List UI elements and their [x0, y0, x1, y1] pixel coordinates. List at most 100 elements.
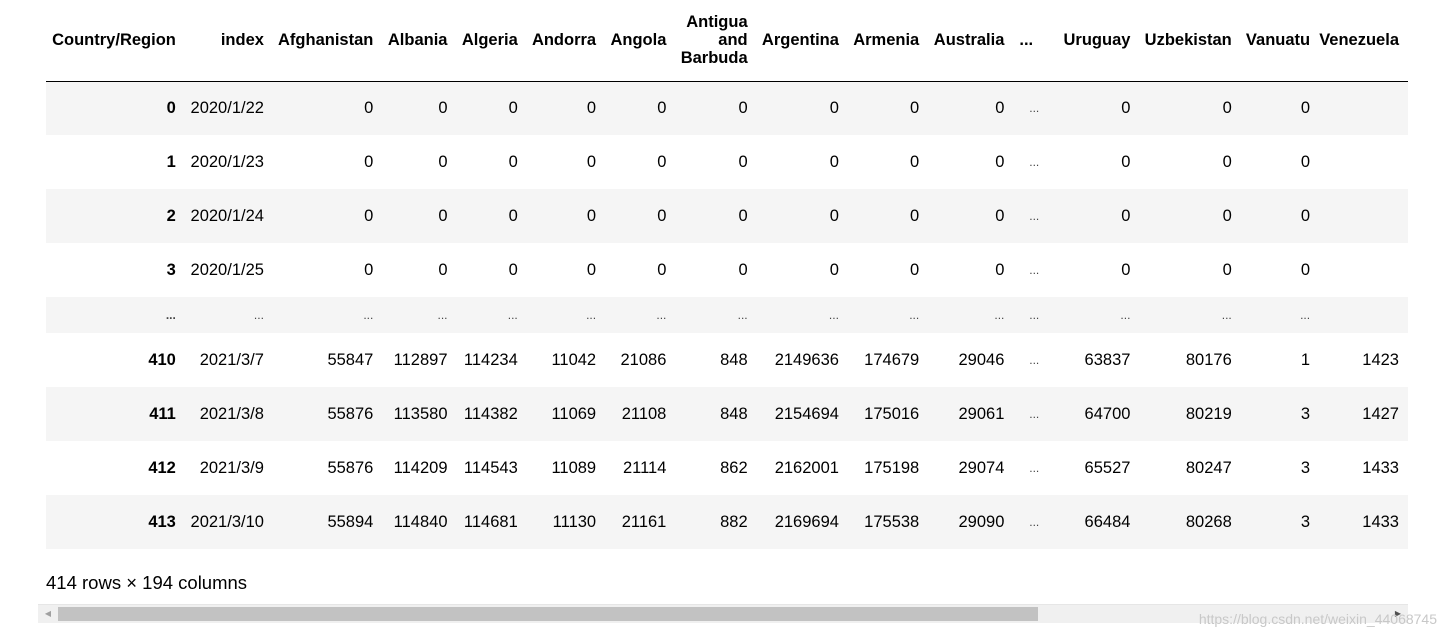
- table-cell: ...: [586, 308, 597, 322]
- table-cell: 0: [586, 206, 597, 225]
- table-cell: 0: [910, 98, 920, 117]
- table-cell: 0: [508, 98, 518, 117]
- watermark: https://blog.csdn.net/weixin_44068745: [1198, 611, 1437, 627]
- row-index-label: 3: [166, 260, 176, 279]
- scroll-left-arrow-icon[interactable]: ◀: [40, 605, 56, 623]
- column-header: Afghanistan: [272, 0, 383, 82]
- table-cell: 175538: [864, 512, 920, 531]
- table-cell: 0: [1222, 206, 1232, 225]
- table-cell: 882: [720, 512, 748, 531]
- column-header: Uruguay: [1048, 0, 1140, 82]
- table-cell: 0: [1222, 98, 1232, 117]
- column-header: Australia: [928, 0, 1014, 82]
- table-cell: ...: [1029, 209, 1040, 223]
- table-cell: 0: [1121, 206, 1131, 225]
- row-index-label: 413: [148, 512, 176, 531]
- table-cell: ...: [737, 308, 748, 322]
- table-cell: 0: [1222, 152, 1232, 171]
- table-cell: 0: [657, 206, 667, 225]
- table-cell: ...: [994, 308, 1005, 322]
- table-cell: 2021/3/9: [199, 458, 264, 477]
- table-row: 413 2021/3/10 55894 114840 114681 11130 21161 8…: [46, 495, 1408, 549]
- table-cell: 0: [1121, 98, 1131, 117]
- table-cell: 0: [364, 152, 374, 171]
- table-cell: 3: [1300, 458, 1311, 477]
- table-cell: ...: [1029, 263, 1040, 277]
- table-cell: 66484: [1084, 512, 1131, 531]
- table-cell: 848: [720, 404, 748, 423]
- table-cell: ...: [1029, 155, 1040, 169]
- table-row: ........................................…: [46, 297, 1408, 333]
- table-cell: 0: [995, 98, 1005, 117]
- table-cell: 0: [738, 98, 748, 117]
- table-cell: 1: [1300, 350, 1311, 369]
- row-index-label: 1: [166, 152, 176, 171]
- column-header: Country/Region: [46, 0, 185, 82]
- table-cell: 0: [1121, 260, 1131, 279]
- table-cell: 2020/1/24: [190, 206, 264, 225]
- table-cell: [1319, 297, 1408, 333]
- dataframe-shape-text: 414 rows × 194 columns: [46, 572, 248, 593]
- table-cell: [1319, 81, 1408, 135]
- table-cell: 0: [586, 98, 597, 117]
- table-row: 0 2020/1/22 0 0 0 0 0 0 0 0 0... 0 0 0: [46, 81, 1408, 135]
- table-cell: 0: [657, 152, 667, 171]
- column-header: Argentina: [756, 0, 848, 82]
- table-cell: 0: [995, 152, 1005, 171]
- table-cell: 80268: [1185, 512, 1232, 531]
- table-cell: 55847: [327, 350, 374, 369]
- table-cell: 0: [738, 206, 748, 225]
- table-row: 2 2020/1/24 0 0 0 0 0 0 0 0 0... 0 0 0: [46, 189, 1408, 243]
- dataframe-container: Country/Region index Afghanistan Albania Alg…: [46, 0, 1408, 549]
- table-cell: 65527: [1084, 458, 1131, 477]
- table-cell: 21086: [620, 350, 667, 369]
- table-cell: 21108: [621, 404, 667, 423]
- table-cell: 0: [1300, 206, 1311, 225]
- table-cell: 174679: [864, 350, 920, 369]
- table-cell: 80176: [1185, 350, 1232, 369]
- table-cell: 55894: [327, 512, 374, 531]
- table-cell: ...: [363, 308, 374, 322]
- table-cell: 0: [910, 206, 920, 225]
- table-cell: 0: [438, 206, 448, 225]
- table-cell: 29090: [958, 512, 1005, 531]
- table-cell: 29061: [958, 404, 1005, 423]
- table-cell: 2021/3/8: [199, 404, 264, 423]
- table-cell: 114543: [463, 458, 518, 477]
- table-cell: ...: [909, 308, 920, 322]
- table-cell: 848: [720, 350, 748, 369]
- table-cell: 114681: [463, 512, 518, 531]
- table-cell: 175016: [864, 404, 920, 423]
- table-cell: 3: [1300, 512, 1311, 531]
- table-cell: 114209: [393, 458, 448, 477]
- column-header: Andorra: [526, 0, 606, 82]
- table-cell: 2154694: [774, 404, 839, 423]
- table-cell: 0: [508, 260, 518, 279]
- table-cell: 1433: [1362, 458, 1399, 477]
- table-cell: 0: [910, 152, 920, 171]
- table-cell: 0: [829, 98, 839, 117]
- column-header: Venezuela: [1319, 0, 1408, 82]
- table-cell: 0: [1222, 260, 1232, 279]
- table-row: 412 2021/3/9 55876 114209 114543 11089 21114 86…: [46, 441, 1408, 495]
- table-cell: ...: [507, 308, 518, 322]
- table-cell: 0: [586, 260, 597, 279]
- row-index-label: 0: [166, 98, 176, 117]
- table-cell: ...: [1120, 308, 1131, 322]
- table-cell: 114382: [463, 404, 518, 423]
- table-cell: 2149636: [774, 350, 839, 369]
- table-cell: 1423: [1362, 350, 1399, 369]
- table-cell: 21114: [622, 458, 667, 477]
- row-index-label: 410: [148, 350, 176, 369]
- table-cell: 11089: [551, 458, 597, 477]
- table-cell: ...: [1300, 308, 1311, 322]
- table-cell: 80247: [1185, 458, 1232, 477]
- table-cell: 2020/1/23: [190, 152, 264, 171]
- table-cell: 1433: [1362, 512, 1399, 531]
- table-cell: ...: [1029, 101, 1040, 116]
- table-cell: 0: [657, 98, 667, 117]
- table-cell: 0: [438, 260, 448, 279]
- table-cell: ...: [253, 308, 264, 322]
- scrollbar-thumb[interactable]: [58, 607, 1038, 621]
- table-cell: 0: [738, 260, 748, 279]
